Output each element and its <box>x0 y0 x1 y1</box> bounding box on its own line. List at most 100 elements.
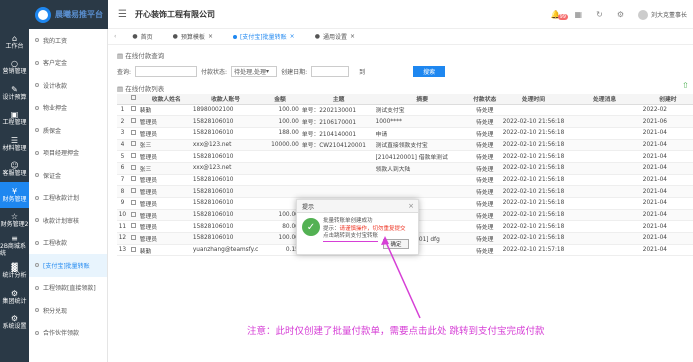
submenu-label: 设计收款 <box>43 82 68 90</box>
table-cell <box>566 244 643 257</box>
table-cell: 管理员 <box>139 150 193 163</box>
submenu-item-8[interactable]: 收款计划审核 <box>29 209 107 232</box>
leftbar-label: 工作台 <box>5 42 24 50</box>
leftbar-label: 系统设置 <box>2 323 27 331</box>
row-checkbox[interactable] <box>131 141 137 147</box>
table-cell: 2021-04 <box>642 209 693 222</box>
submenu-item-10[interactable]: [支付宝]批量转账 <box>29 254 107 277</box>
submenu-item-1[interactable]: 客户定金 <box>29 52 107 75</box>
row-checkbox[interactable] <box>131 164 137 170</box>
table-cell: 2021-04 <box>642 244 693 257</box>
leftbar-item-3[interactable]: ▣ 工程管理 <box>0 106 29 132</box>
leftbar-item-6[interactable]: ¥ 财务管理 <box>0 182 29 208</box>
status-select[interactable]: 待处理,处理 ▾ <box>231 65 278 77</box>
table-row[interactable]: 5 管理员 15828106010 [2104120001] 借款单测试 待处理 2022… <box>117 150 693 163</box>
select-all-checkbox[interactable] <box>131 95 137 101</box>
leftbar-item-9[interactable]: ▓ 统计分析 <box>0 259 29 285</box>
table-cell: 管理员 <box>139 197 193 210</box>
table-row[interactable]: 6 张三 xxx@123.net 领款人到大陆 待处理 2022-02-10 21:56:… <box>117 162 693 175</box>
leftbar-item-0[interactable]: ⌂ 工作台 <box>0 29 29 55</box>
dialog-line-2: 提示：请谨慎操作，切勿重复提交 <box>323 226 406 234</box>
row-checkbox[interactable] <box>131 246 137 252</box>
column-header: 摘要 <box>375 94 469 105</box>
leftbar-item-1[interactable]: ○ 营销管理 <box>0 55 29 81</box>
table-cell: 管理员 <box>139 127 193 140</box>
tab-budget-template[interactable]: ● 预算模板 × <box>163 32 223 41</box>
search-button[interactable]: 搜索 <box>413 65 446 77</box>
table-cell: 测试支付宝 <box>375 104 469 117</box>
refresh-icon[interactable]: ↻ <box>596 10 603 19</box>
leftbar-item-11[interactable]: ⚙ 系统设置 <box>0 310 29 336</box>
submenu-item-12[interactable]: 积分兑现 <box>29 299 107 322</box>
leftbar-label: 2B商城系统 <box>0 243 26 258</box>
export-icon[interactable]: ⇧ <box>682 81 689 90</box>
submenu-item-4[interactable]: 质保金 <box>29 119 107 142</box>
leftbar-item-7[interactable]: ☆ 财务管理2 <box>0 208 29 234</box>
leftbar-item-5[interactable]: ☺ 客服管理 <box>0 157 29 183</box>
leftbar-item-8[interactable]: ≡ 2B商城系统 <box>0 233 29 259</box>
submenu: 我的工资 客户定金设计收款物业押金 质保金项目经理押金保证金 工程收款计划 收款计划审核… <box>29 29 108 362</box>
bullet-icon <box>35 308 39 313</box>
row-checkbox[interactable] <box>131 176 137 182</box>
settings-icon[interactable]: ⚙ <box>617 10 624 19</box>
table-cell <box>375 185 469 198</box>
row-checkbox[interactable] <box>131 118 137 124</box>
bullet-icon <box>35 83 39 88</box>
submenu-item-0[interactable]: 我的工资 <box>29 29 107 52</box>
column-header: 付款状态 <box>468 94 501 105</box>
submenu-item-2[interactable]: 设计收款 <box>29 74 107 97</box>
table-row[interactable]: 8 管理员 15828106010 待处理 2022-02-10 21:56:18 202… <box>117 185 693 198</box>
row-checkbox[interactable] <box>131 199 137 205</box>
leftbar-item-10[interactable]: ⚙ 集团统计 <box>0 284 29 310</box>
date-label: 创建日期: <box>281 68 308 76</box>
tab-scroll-left-icon[interactable]: ‹ <box>108 33 122 40</box>
table-cell: 2022-02-10 21:56:18 <box>500 174 567 187</box>
leftbar-item-2[interactable]: ✎ 设计预算 <box>0 80 29 106</box>
tab-home[interactable]: ● 首页 <box>122 32 162 41</box>
grid-icon[interactable]: ▦ <box>575 10 583 19</box>
submenu-label: 项目经理押金 <box>43 150 80 158</box>
table-cell: 12 <box>117 232 128 245</box>
menu-toggle-icon[interactable]: ☰ <box>118 9 127 20</box>
submenu-item-6[interactable]: 保证金 <box>29 164 107 187</box>
date-to-input[interactable]: 到 <box>357 66 403 77</box>
table-row[interactable]: 3 管理员 15828106010 188.00 单号：2104140001 申请 待处理 2… <box>117 127 693 140</box>
submenu-item-9[interactable]: 工程收款 <box>29 232 107 255</box>
row-checkbox[interactable] <box>131 223 137 229</box>
row-checkbox[interactable] <box>131 188 137 194</box>
table-cell: yuanzhang@teamsfy.c <box>192 244 259 257</box>
table-row[interactable]: 1 裴勤 18980002100 100.00 单号：2202130001 测试支付宝 待处… <box>117 104 693 117</box>
table-cell: 5 <box>117 150 128 163</box>
row-checkbox[interactable] <box>131 129 137 135</box>
table-cell: 单号：2106170001 <box>301 115 376 128</box>
query-input[interactable] <box>135 65 198 77</box>
table-cell: 待处理 <box>468 150 501 163</box>
user-menu[interactable]: 刘大克董事长 <box>637 9 687 20</box>
table-cell: 2022-02-10 21:56:18 <box>500 232 567 245</box>
query-label: 查询: <box>117 68 132 76</box>
tab-alipay-batch[interactable]: [支付宝]批量转账 × <box>223 32 305 41</box>
leftbar-item-4[interactable]: ☰ 材料管理 <box>0 131 29 157</box>
submenu-item-11[interactable]: 工程领款[直接领款] <box>29 277 107 300</box>
table-cell <box>301 174 376 187</box>
submenu-item-5[interactable]: 项目经理押金 <box>29 142 107 165</box>
row-checkbox[interactable] <box>131 153 137 159</box>
annotation-note: 注意：此时仅创建了批量付款单，需要点击此处 跳转到支付宝完成付款 <box>247 326 545 337</box>
user-name: 刘大克董事长 <box>650 12 687 19</box>
row-checkbox[interactable] <box>131 211 137 217</box>
table-cell: 2021-04 <box>642 162 693 175</box>
row-checkbox[interactable] <box>131 234 137 240</box>
submenu-item-7[interactable]: 工程收款计划 <box>29 187 107 210</box>
submenu-item-13[interactable]: 合作伙伴领款 <box>29 322 107 345</box>
row-checkbox[interactable] <box>131 106 137 112</box>
table-row[interactable]: 7 管理员 15828106010 待处理 2022-02-10 21:56:18 202… <box>117 174 693 187</box>
submenu-item-3[interactable]: 物业押金 <box>29 97 107 120</box>
date-from-input[interactable] <box>311 65 350 77</box>
table-cell <box>127 115 140 128</box>
table-cell <box>301 162 376 175</box>
tab-general-settings[interactable]: ● 通用设置 × <box>305 32 365 41</box>
table-row[interactable]: 2 管理员 15828106010 100.00 单号：2106170001 1000**… <box>117 115 693 128</box>
table-row[interactable]: 4 张三 xxx@123.net 10000.00 单号：CW2104120001 测试直… <box>117 139 693 152</box>
close-icon[interactable]: × <box>408 202 414 210</box>
notification-bell-icon[interactable]: 🔔 99 <box>551 10 568 20</box>
